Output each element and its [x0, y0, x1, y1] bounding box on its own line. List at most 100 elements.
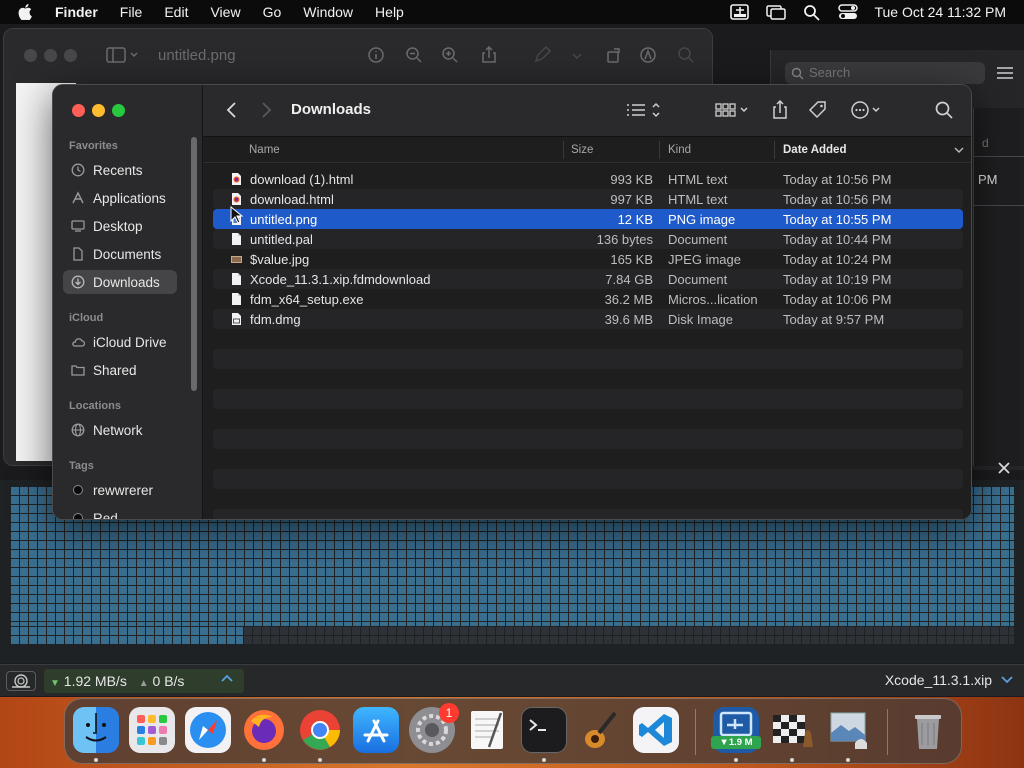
- file-row[interactable]: download (1).html 993 KB HTML text Today at…: [213, 169, 963, 189]
- menu-go[interactable]: Go: [252, 0, 293, 24]
- dock-preview-icon[interactable]: [825, 707, 871, 753]
- sidebar-item-recents[interactable]: Recents: [63, 158, 177, 182]
- menu-view[interactable]: View: [199, 0, 251, 24]
- preview-search-icon[interactable]: [676, 45, 696, 65]
- dock-app-store-icon[interactable]: [353, 707, 399, 753]
- file-row[interactable]: fdm_x64_setup.exe 36.2 MB Micros...licatio…: [213, 289, 963, 309]
- close-icon[interactable]: [996, 460, 1012, 476]
- dock-safari-icon[interactable]: [185, 707, 231, 753]
- empty-row: [213, 469, 963, 489]
- markup-dropdown-icon[interactable]: [570, 45, 584, 65]
- running-indicator: [318, 758, 322, 762]
- list-menu-icon[interactable]: [996, 66, 1014, 80]
- file-row[interactable]: Xcode_11.3.1.xip.fdmdownload 7.84 GB Docum…: [213, 269, 963, 289]
- preview-minimize-button[interactable]: [44, 49, 57, 62]
- back-button[interactable]: [221, 99, 243, 121]
- dock-firefox-icon[interactable]: [241, 707, 287, 753]
- apple-menu-icon[interactable]: [0, 4, 44, 20]
- file-name: download.html: [250, 192, 334, 207]
- sidebar-toggle-icon[interactable]: [106, 45, 140, 65]
- sidebar-scrollbar[interactable]: [191, 137, 197, 391]
- file-row[interactable]: $value.jpg 165 KB JPEG image Today at 10:24…: [213, 249, 963, 269]
- mouse-cursor-icon: [230, 206, 244, 224]
- sort-chevron-icon[interactable]: [953, 146, 965, 155]
- file-date-added: Today at 9:57 PM: [783, 312, 885, 327]
- column-header-date-added[interactable]: Date Added: [783, 144, 846, 156]
- file-row[interactable]: untitled.png 12 KB PNG image Today at 10:55…: [213, 209, 963, 229]
- dock-vscode-icon[interactable]: [633, 707, 679, 753]
- chevron-up-icon[interactable]: [220, 673, 234, 683]
- dock-launchpad-icon[interactable]: [129, 707, 175, 753]
- sidebar-item-shared[interactable]: Shared: [63, 358, 177, 382]
- action-more-icon[interactable]: [849, 99, 889, 121]
- running-indicator: [846, 758, 850, 762]
- fdm-status-icon[interactable]: [729, 2, 751, 22]
- column-header-size[interactable]: Size: [571, 144, 593, 156]
- dock-chrome-icon[interactable]: [297, 707, 343, 753]
- forward-button[interactable]: [255, 99, 277, 121]
- search-icon[interactable]: [933, 99, 955, 121]
- current-download-name[interactable]: Xcode_11.3.1.xip: [885, 672, 992, 688]
- file-date-added: Today at 10:06 PM: [783, 292, 892, 307]
- sidebar-tag-rewwrerer[interactable]: rewwrerer: [63, 478, 177, 502]
- preview-zoom-button[interactable]: [64, 49, 77, 62]
- file-size: 997 KB: [610, 192, 653, 207]
- sidebar-tag-red[interactable]: Red: [63, 506, 177, 520]
- menu-edit[interactable]: Edit: [153, 0, 199, 24]
- screen-mirroring-icon[interactable]: [765, 2, 787, 22]
- zoom-in-icon[interactable]: [440, 45, 460, 65]
- running-indicator: [734, 758, 738, 762]
- menu-app-finder[interactable]: Finder: [44, 0, 109, 24]
- view-options-list-icon[interactable]: [623, 99, 663, 121]
- preview-close-button[interactable]: [24, 49, 37, 62]
- menu-help[interactable]: Help: [364, 0, 415, 24]
- transfer-speeds[interactable]: ▼ 1.92 MB/s ▲ 0 B/s: [44, 669, 244, 693]
- file-name: $value.jpg: [250, 252, 310, 267]
- spotlight-search-icon[interactable]: [801, 2, 823, 22]
- sidebar-item-network[interactable]: Network: [63, 418, 177, 442]
- file-row[interactable]: untitled.pal 136 bytes Document Today at 10…: [213, 229, 963, 249]
- zoom-out-icon[interactable]: [404, 45, 424, 65]
- group-by-grid-icon[interactable]: [713, 99, 753, 121]
- sidebar-item-label: Red: [93, 510, 118, 520]
- column-header-name[interactable]: Name: [249, 144, 280, 156]
- markup-pen-icon[interactable]: [532, 45, 552, 65]
- annotate-icon[interactable]: [638, 45, 658, 65]
- share-icon[interactable]: [479, 45, 499, 65]
- dock-chess-icon[interactable]: [769, 707, 815, 753]
- file-size: 39.6 MB: [604, 312, 653, 327]
- downloader-status-bar: ▼ 1.92 MB/s ▲ 0 B/s Xcode_11.3.1.xip: [0, 664, 1024, 696]
- tag-icon[interactable]: [807, 99, 829, 121]
- clock-icon: [71, 163, 85, 177]
- dock-garageband-icon[interactable]: [577, 707, 623, 753]
- info-icon[interactable]: [366, 45, 386, 65]
- file-row[interactable]: download.html 997 KB HTML text Today at 10:…: [213, 189, 963, 209]
- dock-textedit-icon[interactable]: [465, 707, 511, 753]
- sidebar-item-desktop[interactable]: Desktop: [63, 214, 177, 238]
- speed-mode-snail-icon[interactable]: [6, 671, 36, 691]
- sidebar-item-downloads[interactable]: Downloads: [63, 270, 177, 294]
- file-size: 165 KB: [610, 252, 653, 267]
- control-center-icon[interactable]: [837, 2, 859, 22]
- column-header-kind[interactable]: Kind: [668, 144, 691, 156]
- dock-terminal-icon[interactable]: [521, 707, 567, 753]
- window-minimize-button[interactable]: [92, 104, 105, 117]
- file-row[interactable]: fdm.dmg 39.6 MB Disk Image Today at 9:57 PM: [213, 309, 963, 329]
- menu-window[interactable]: Window: [292, 0, 364, 24]
- sidebar-item-icloud-drive[interactable]: iCloud Drive: [63, 330, 177, 354]
- sidebar-item-applications[interactable]: Applications: [63, 186, 177, 210]
- window-close-button[interactable]: [72, 104, 85, 117]
- background-search-field[interactable]: Search: [785, 62, 985, 84]
- chevron-down-icon[interactable]: [1000, 675, 1014, 685]
- running-indicator: [262, 758, 266, 762]
- file-kind: Document: [668, 232, 728, 247]
- sidebar-item-documents[interactable]: Documents: [63, 242, 177, 266]
- menu-clock[interactable]: Tue Oct 24 11:32 PM: [874, 4, 1006, 20]
- dock-trash-icon[interactable]: [905, 707, 951, 753]
- rotate-icon[interactable]: [604, 45, 624, 65]
- window-zoom-button[interactable]: [112, 104, 125, 117]
- share-icon[interactable]: [769, 99, 791, 121]
- sidebar-section-locations: Locations: [69, 400, 121, 412]
- menu-file[interactable]: File: [109, 0, 154, 24]
- dock-finder-icon[interactable]: [73, 707, 119, 753]
